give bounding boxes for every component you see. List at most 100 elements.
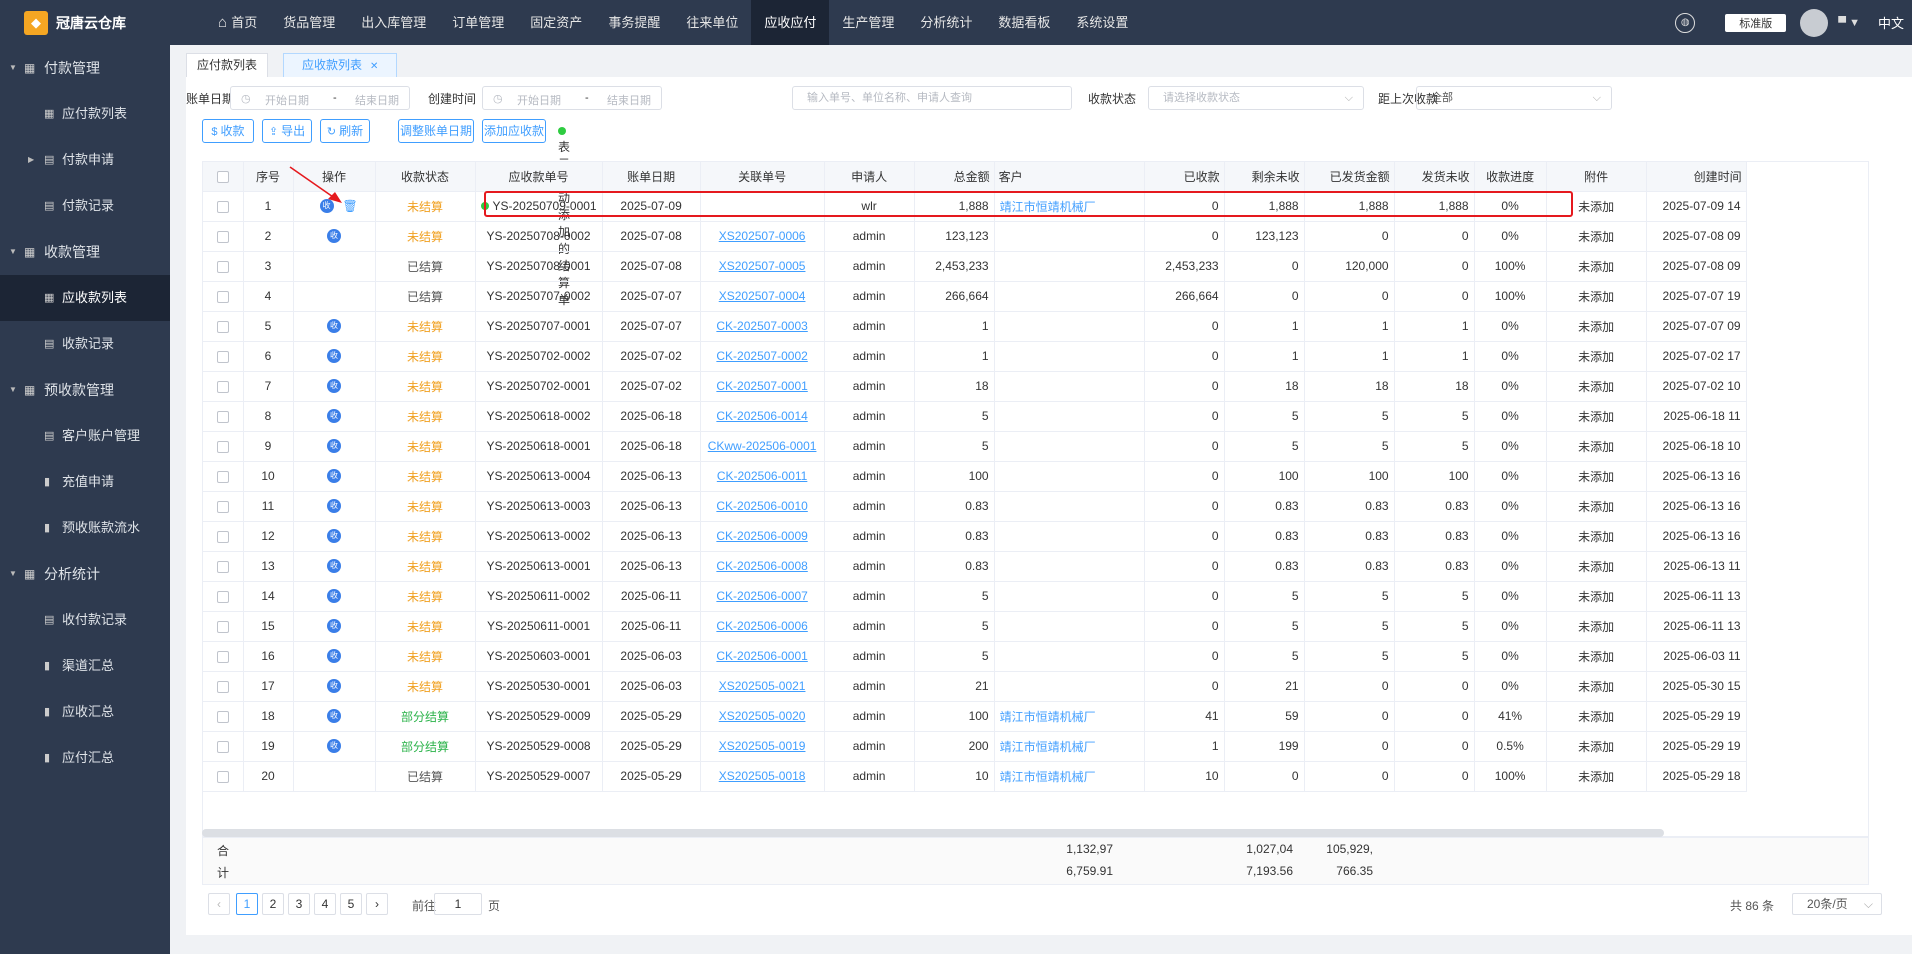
receive-icon[interactable]: 收 (327, 589, 341, 604)
receive-icon[interactable]: 收 (327, 349, 341, 364)
receivable-code[interactable]: YS-20250613-0002 (475, 521, 603, 552)
customer-link[interactable]: 靖江市恒靖机械厂 (994, 701, 1145, 732)
attachment[interactable]: 未添加 (1546, 431, 1647, 462)
sidebar-item[interactable]: ▮ 渠道汇总 (0, 643, 170, 689)
github-icon[interactable]: ◍ (1675, 12, 1696, 33)
sidebar-item[interactable]: ▮ 预收账款流水 (0, 505, 170, 551)
customer-link[interactable] (994, 221, 1145, 252)
related-order-link[interactable]: CKww-202506-0001 (700, 431, 825, 462)
customer-link[interactable] (994, 491, 1145, 522)
receivable-code[interactable]: YS-20250611-0002 (475, 581, 603, 612)
attachment[interactable]: 未添加 (1546, 341, 1647, 372)
attachment[interactable]: 未添加 (1546, 551, 1647, 582)
sidebar-item[interactable]: ▮ 充值申请 (0, 459, 170, 505)
attachment[interactable]: 未添加 (1546, 731, 1647, 762)
receive-icon[interactable]: 收 (327, 229, 341, 244)
table-row[interactable]: 12 收 未结算 YS-20250613-0002 2025-06-13 CK-20250… (203, 521, 1747, 552)
related-order-link[interactable]: CK-202506-0011 (700, 461, 825, 492)
receive-icon[interactable]: 收 (327, 559, 341, 574)
attachment[interactable]: 未添加 (1546, 671, 1647, 702)
receivable-code[interactable]: YS-20250613-0001 (475, 551, 603, 582)
attachment[interactable]: 未添加 (1546, 401, 1647, 432)
top-nav-item[interactable]: 系统设置 (1063, 0, 1141, 45)
adjust-date-button[interactable]: 调整账单日期 (398, 119, 474, 143)
customer-link[interactable] (994, 251, 1145, 282)
attachment[interactable]: 未添加 (1546, 701, 1647, 732)
receive-icon[interactable]: 收 (327, 709, 341, 724)
receivable-code[interactable]: YS-20250708-0002 (475, 221, 603, 252)
top-nav-item[interactable]: 分析统计 (907, 0, 985, 45)
customer-link[interactable] (994, 401, 1145, 432)
receivable-code[interactable]: YS-20250708-0001 (475, 251, 603, 282)
sidebar-item[interactable]: ▤ 收款记录 (0, 321, 170, 367)
attachment[interactable]: 未添加 (1546, 611, 1647, 642)
next-page-button[interactable]: › (366, 893, 388, 915)
attachment[interactable]: 未添加 (1546, 581, 1647, 612)
sidebar-item[interactable]: ▮ 应付汇总 (0, 735, 170, 781)
status-select[interactable]: 请选择收款状态 ⌵ (1148, 86, 1364, 110)
sidebar-group[interactable]: ▼ ▦ 付款管理 (0, 45, 170, 91)
row-checkbox[interactable] (203, 221, 244, 252)
receive-icon[interactable]: 收 (327, 469, 341, 484)
customer-link[interactable] (994, 581, 1145, 612)
related-order-link[interactable]: CK-202507-0002 (700, 341, 825, 372)
attachment[interactable]: 未添加 (1546, 251, 1647, 282)
sidebar-item[interactable]: ▤ 客户账户管理 (0, 413, 170, 459)
table-row[interactable]: 2 收 未结算 YS-20250708-0002 2025-07-08 XS202507-… (203, 221, 1747, 252)
customer-link[interactable]: 靖江市恒靖机械厂 (994, 191, 1145, 222)
customer-link[interactable] (994, 341, 1145, 372)
receivable-code[interactable]: YS-20250611-0001 (475, 611, 603, 642)
related-order-link[interactable]: XS202505-0021 (700, 671, 825, 702)
table-row[interactable]: 4 已结算 YS-20250707-0002 2025-07-07 XS202507-0… (203, 281, 1747, 312)
receivable-code[interactable]: YS-20250529-0008 (475, 731, 603, 762)
attachment[interactable]: 未添加 (1546, 281, 1647, 312)
row-checkbox[interactable] (203, 581, 244, 612)
table-row[interactable]: 14 收 未结算 YS-20250611-0002 2025-06-11 CK-20250… (203, 581, 1747, 612)
export-button[interactable]: ⇪ 导出 (262, 119, 312, 143)
related-order-link[interactable] (700, 191, 825, 222)
horizontal-scrollbar[interactable] (202, 829, 1664, 837)
receivable-code[interactable]: YS-20250707-0001 (475, 311, 603, 342)
table-row[interactable]: 18 收 部分结算 YS-20250529-0009 2025-05-29 XS20250… (203, 701, 1747, 732)
row-checkbox[interactable] (203, 701, 244, 732)
attachment[interactable]: 未添加 (1546, 761, 1647, 792)
sidebar-item[interactable]: ▦ 应收款列表 (0, 275, 170, 321)
customer-link[interactable] (994, 311, 1145, 342)
page-number[interactable]: 2 (262, 893, 284, 915)
sidebar-item[interactable]: ▶ ▤ 付款申请 (0, 137, 170, 183)
customer-link[interactable]: 靖江市恒靖机械厂 (994, 731, 1145, 762)
top-nav-item[interactable]: ⌂ 首页 (205, 0, 270, 45)
receive-button[interactable]: $ 收款 (202, 119, 254, 143)
related-order-link[interactable]: CK-202506-0008 (700, 551, 825, 582)
receivable-code[interactable]: YS-20250603-0001 (475, 641, 603, 672)
customer-link[interactable] (994, 431, 1145, 462)
account-dropdown-icon[interactable]: ▀ ▼ (1838, 17, 1860, 29)
attachment[interactable]: 未添加 (1546, 371, 1647, 402)
close-icon[interactable]: ✕ (370, 61, 378, 72)
top-nav-item[interactable]: 数据看板 (985, 0, 1063, 45)
row-checkbox[interactable] (203, 371, 244, 402)
row-checkbox[interactable] (203, 611, 244, 642)
language-switch[interactable]: 中文 (1878, 13, 1904, 32)
top-nav-item[interactable]: 往来单位 (673, 0, 751, 45)
attachment[interactable]: 未添加 (1546, 191, 1647, 222)
attachment[interactable]: 未添加 (1546, 221, 1647, 252)
table-row[interactable]: 20 已结算 YS-20250529-0007 2025-05-29 XS202505-… (203, 761, 1747, 792)
receive-icon[interactable]: 收 (327, 529, 341, 544)
page-number[interactable]: 3 (288, 893, 310, 915)
receivable-code[interactable]: YS-20250707-0002 (475, 281, 603, 312)
avatar[interactable] (1800, 8, 1829, 37)
create-time-range[interactable]: ◷ 开始日期 - 结束日期 (482, 86, 662, 110)
receivable-code[interactable]: YS-20250702-0002 (475, 341, 603, 372)
search-input[interactable]: 输入单号、单位名称、申请人查询 (792, 86, 1072, 110)
customer-link[interactable] (994, 671, 1145, 702)
goto-page-input[interactable]: 1 (434, 893, 482, 915)
page-number[interactable]: 4 (314, 893, 336, 915)
receivable-code[interactable]: YS-20250618-0002 (475, 401, 603, 432)
row-checkbox[interactable] (203, 671, 244, 702)
tab[interactable]: 应付款列表 (186, 53, 269, 77)
table-row[interactable]: 3 已结算 YS-20250708-0001 2025-07-08 XS202507-0… (203, 251, 1747, 282)
sidebar-group[interactable]: ▼ ▦ 预收款管理 (0, 367, 170, 413)
customer-link[interactable]: 靖江市恒靖机械厂 (994, 761, 1145, 792)
customer-link[interactable] (994, 641, 1145, 672)
